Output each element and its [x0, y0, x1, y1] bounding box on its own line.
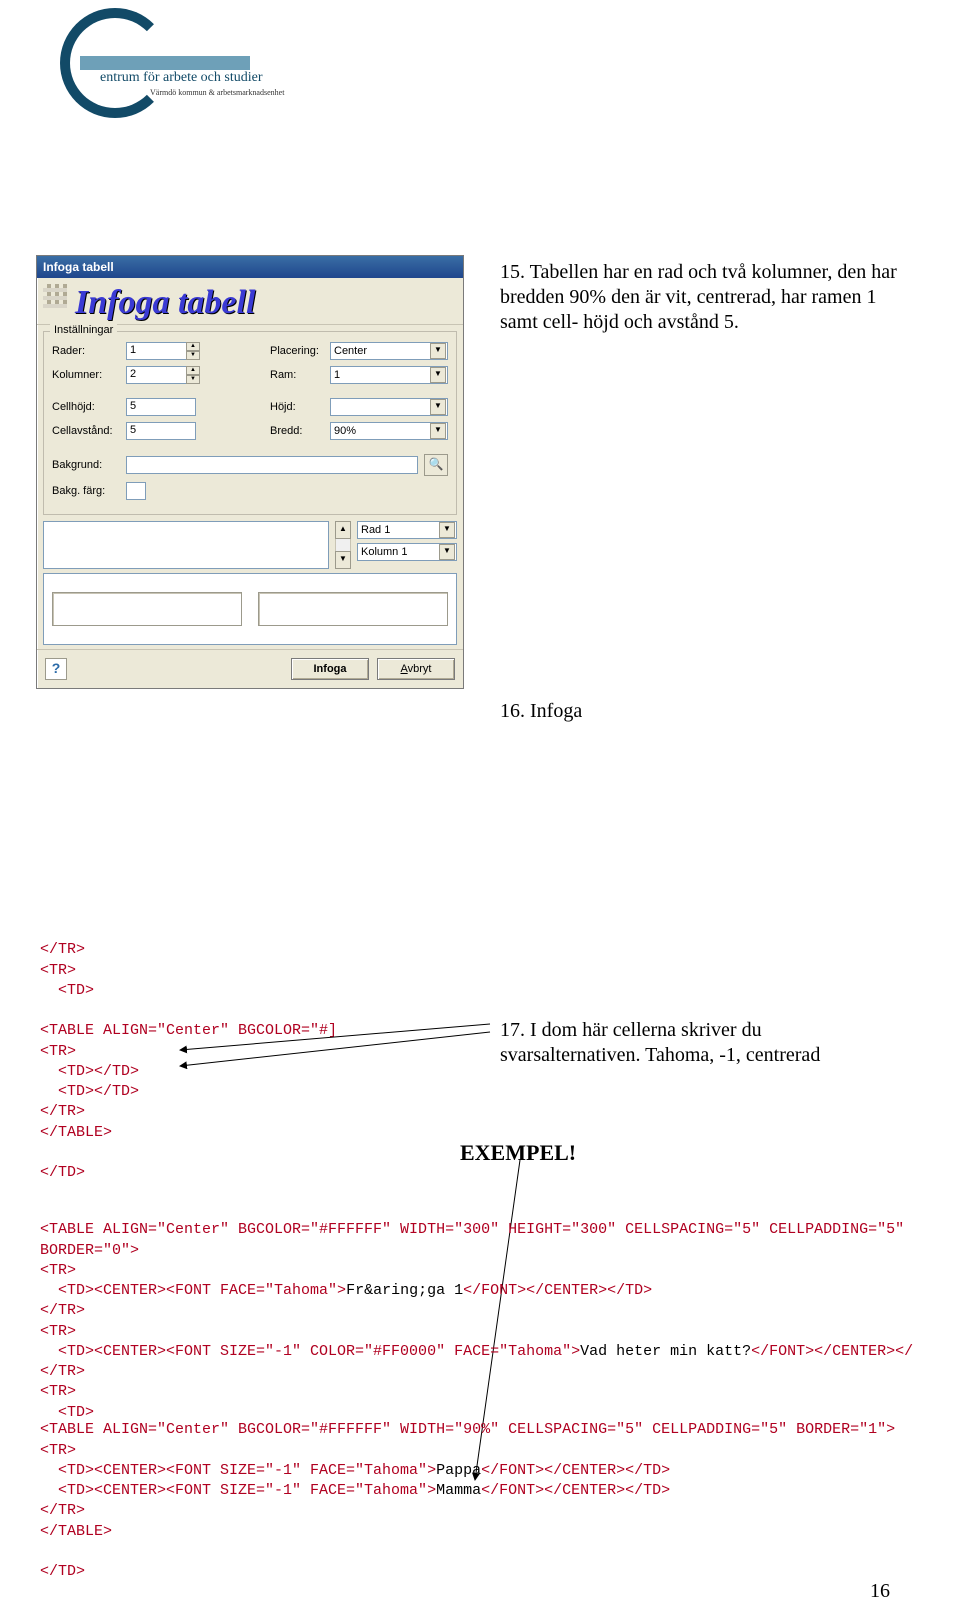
- width-label: Bredd:: [270, 425, 324, 437]
- rows-spin-up[interactable]: ▲: [186, 342, 200, 351]
- browse-bg-button[interactable]: 🔍: [424, 454, 448, 476]
- cellheight-input[interactable]: 5: [126, 398, 196, 416]
- cellspace-label: Cellavstånd:: [52, 425, 120, 437]
- search-icon: 🔍: [429, 457, 444, 471]
- chevron-down-icon: ▼: [439, 544, 455, 560]
- rows-label: Rader:: [52, 345, 120, 357]
- cols-spin-down[interactable]: ▼: [186, 375, 200, 384]
- rows-input[interactable]: 1: [126, 342, 186, 360]
- cell-list-scrollbar[interactable]: ▲ ▼: [335, 521, 351, 569]
- frame-select[interactable]: 1 ▼: [330, 366, 448, 384]
- scroll-up-icon[interactable]: ▲: [335, 521, 351, 539]
- code-snippet-2: <TABLE ALIGN="Center" BGCOLOR="#FFFFFF" …: [40, 1200, 920, 1423]
- placement-label: Placering:: [270, 345, 324, 357]
- height-label: Höjd:: [270, 401, 324, 413]
- cellheight-label: Cellhöjd:: [52, 401, 120, 413]
- placement-select[interactable]: Center ▼: [330, 342, 448, 360]
- chevron-down-icon: ▼: [430, 343, 446, 359]
- logo-text: entrum för arbete och studier: [100, 70, 300, 86]
- settings-group: Inställningar Rader: 1 ▲ ▼: [43, 331, 457, 515]
- cell-list[interactable]: [43, 521, 329, 569]
- table-preview: [43, 573, 457, 645]
- width-select[interactable]: 90% ▼: [330, 422, 448, 440]
- step-15-text: 15. Tabellen har en rad och två kolumner…: [500, 260, 900, 335]
- chevron-down-icon: ▼: [430, 423, 446, 439]
- preview-cell: [52, 592, 242, 626]
- preview-cell: [258, 592, 448, 626]
- step-16-text: 16. Infoga: [500, 700, 582, 723]
- help-icon: ?: [52, 660, 61, 676]
- cols-label: Kolumner:: [52, 369, 120, 381]
- logo-skyline: [80, 56, 250, 70]
- dialog-title: Infoga tabell: [43, 260, 114, 274]
- scroll-track[interactable]: [335, 539, 351, 551]
- height-select[interactable]: ▼: [330, 398, 448, 416]
- code-snippet-1: </TR> <TR> <TD> <TABLE ALIGN="Center" BG…: [40, 920, 440, 1183]
- scroll-down-icon[interactable]: ▼: [335, 551, 351, 569]
- width-value: 90%: [334, 425, 356, 437]
- cols-spin-up[interactable]: ▲: [186, 366, 200, 375]
- bgcolor-label: Bakg. färg:: [52, 485, 120, 497]
- settings-group-label: Inställningar: [50, 324, 117, 336]
- bgcolor-swatch[interactable]: [126, 482, 146, 500]
- table-icon: [43, 284, 67, 308]
- row-select[interactable]: Rad 1 ▼: [357, 521, 457, 539]
- bg-input[interactable]: [126, 456, 418, 474]
- cancel-button[interactable]: Avbryt: [377, 658, 455, 680]
- col-select[interactable]: Kolumn 1 ▼: [357, 543, 457, 561]
- row-select-value: Rad 1: [361, 524, 390, 536]
- code-snippet-3: <TABLE ALIGN="Center" BGCOLOR="#FFFFFF" …: [40, 1400, 920, 1582]
- insert-button[interactable]: Infoga: [291, 658, 369, 680]
- logo: entrum för arbete och studier Värmdö kom…: [60, 8, 280, 118]
- cellspace-input[interactable]: 5: [126, 422, 196, 440]
- help-button[interactable]: ?: [45, 658, 67, 680]
- frame-label: Ram:: [270, 369, 324, 381]
- logo-subtext: Värmdö kommun & arbetsmarknadsenhet: [150, 88, 300, 97]
- rows-spin-down[interactable]: ▼: [186, 351, 200, 360]
- chevron-down-icon: ▼: [430, 399, 446, 415]
- example-heading: EXEMPEL!: [460, 1140, 576, 1166]
- step-17-text: 17. I dom här cellerna skriver du svarsa…: [500, 1018, 900, 1068]
- dialog-heading: Infoga tabell: [37, 278, 463, 325]
- bg-label: Bakgrund:: [52, 459, 120, 471]
- insert-table-dialog: Infoga tabell Infoga tabell Inställninga…: [36, 255, 464, 689]
- chevron-down-icon: ▼: [430, 367, 446, 383]
- frame-value: 1: [334, 369, 340, 381]
- chevron-down-icon: ▼: [439, 522, 455, 538]
- dialog-heading-text: Infoga tabell: [75, 284, 255, 321]
- col-select-value: Kolumn 1: [361, 546, 407, 558]
- placement-value: Center: [334, 345, 367, 357]
- cols-input[interactable]: 2: [126, 366, 186, 384]
- dialog-titlebar[interactable]: Infoga tabell: [37, 256, 463, 278]
- page-number: 16: [870, 1580, 890, 1603]
